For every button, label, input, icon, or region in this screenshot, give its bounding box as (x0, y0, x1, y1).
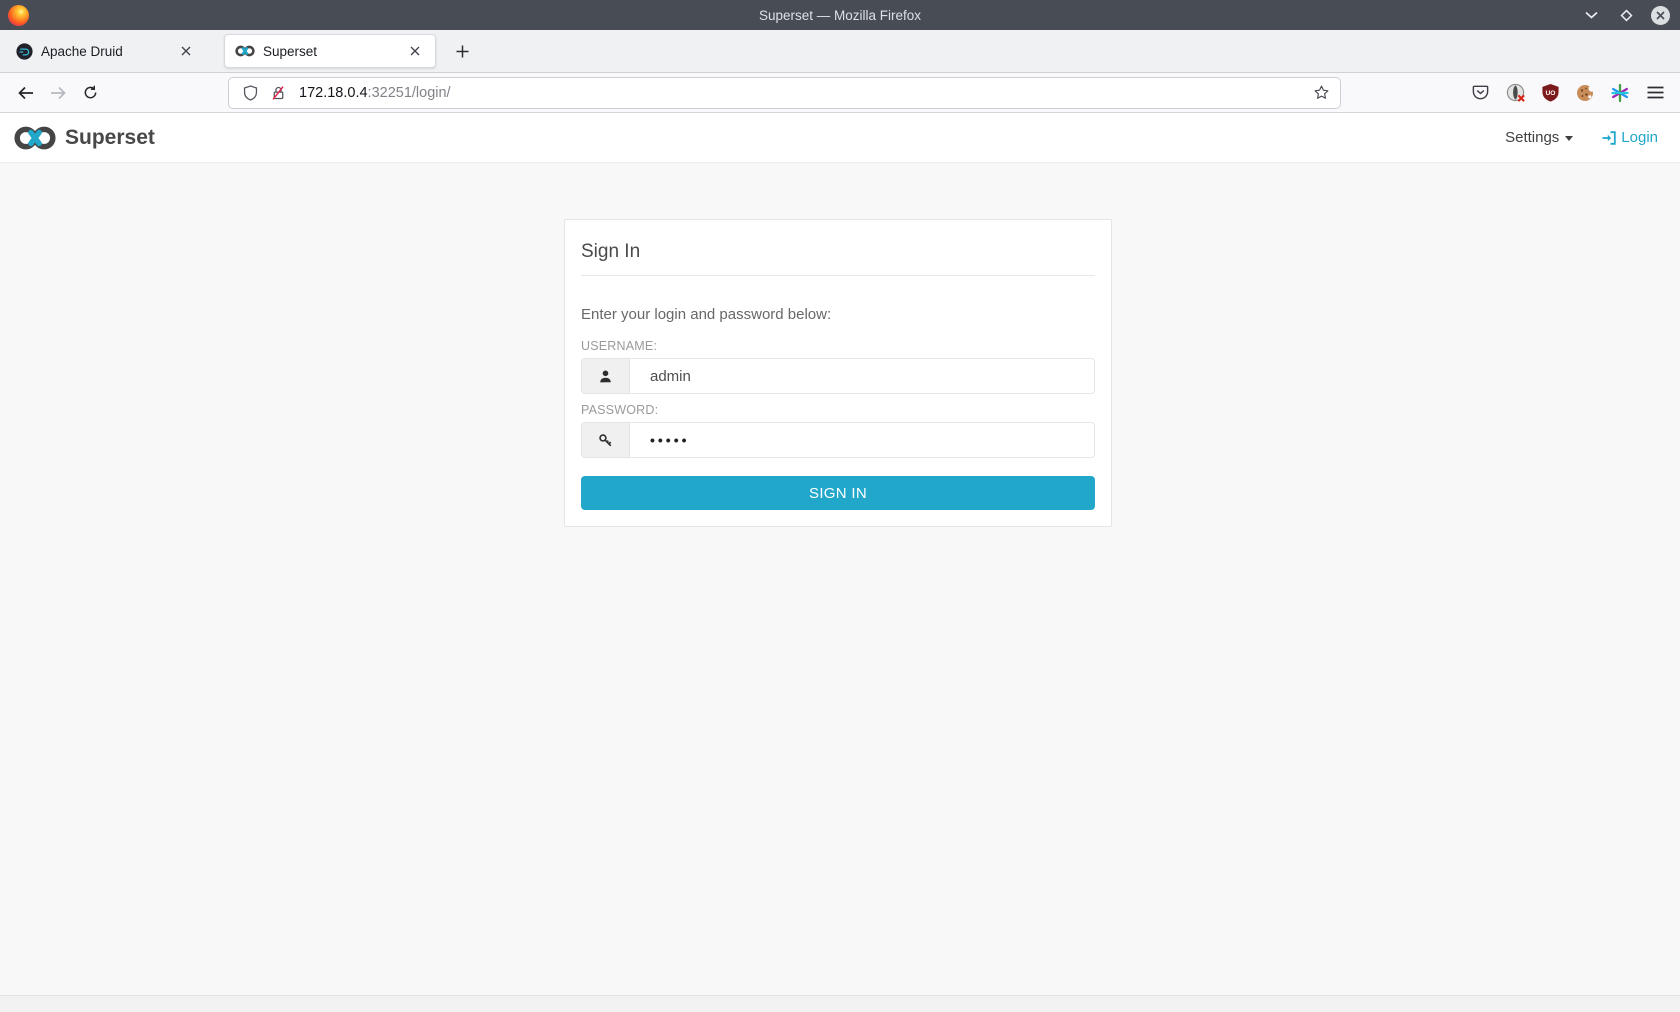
tab-close-icon[interactable] (176, 41, 196, 61)
sign-in-icon (1601, 130, 1617, 146)
back-button[interactable] (10, 78, 42, 108)
password-label: PASSWORD: (581, 403, 1095, 417)
username-label: USERNAME: (581, 339, 1095, 353)
superset-logo-icon (14, 125, 56, 151)
cookie-extension-icon[interactable] (1574, 82, 1596, 104)
tab-superset[interactable]: Superset (224, 34, 436, 68)
password-input-group (581, 422, 1095, 458)
window-maximize-button[interactable] (1616, 5, 1636, 25)
superset-navbar: Superset Settings Login (0, 113, 1680, 163)
menu-hamburger-icon[interactable] (1644, 82, 1666, 104)
navigation-toolbar: 172.18.0.4:32251/login/ UO (0, 73, 1680, 113)
tab-strip: Apache Druid Superset (0, 30, 1680, 73)
tab-apache-druid[interactable]: Apache Druid (6, 34, 206, 68)
privacy-extension-icon[interactable] (1504, 82, 1526, 104)
ublock-badge-text: UO (1545, 89, 1555, 96)
tab-close-icon[interactable] (405, 41, 425, 61)
caret-down-icon (1565, 136, 1573, 141)
url-path: :32251/login/ (368, 85, 451, 101)
tracking-protection-shield-icon[interactable] (239, 82, 261, 104)
sign-in-card: Sign In Enter your login and password be… (564, 219, 1112, 527)
sign-in-button[interactable]: SIGN IN (581, 476, 1095, 510)
reload-button[interactable] (74, 78, 106, 108)
window-title: Superset — Mozilla Firefox (0, 8, 1680, 23)
druid-favicon-icon (16, 43, 33, 60)
window-minimize-button[interactable] (1581, 5, 1601, 25)
forward-button[interactable] (42, 78, 74, 108)
card-title: Sign In (581, 241, 1095, 263)
settings-menu[interactable]: Settings (1505, 129, 1573, 146)
url-host: 172.18.0.4 (299, 85, 368, 101)
window-close-button[interactable] (1651, 6, 1670, 25)
card-divider (581, 275, 1095, 276)
bookmark-star-icon[interactable] (1313, 84, 1330, 101)
url-text[interactable]: 172.18.0.4:32251/login/ (299, 85, 451, 101)
window-titlebar: Superset — Mozilla Firefox (0, 0, 1680, 30)
new-tab-button[interactable] (448, 37, 476, 65)
tab-title: Apache Druid (41, 44, 176, 59)
key-icon (582, 423, 630, 457)
brand-name: Superset (65, 126, 155, 150)
login-label: Login (1621, 129, 1658, 146)
insecure-lock-icon[interactable] (267, 82, 289, 104)
login-instructions: Enter your login and password below: (581, 306, 1095, 323)
tab-title: Superset (263, 44, 405, 59)
asterisk-extension-icon[interactable] (1609, 82, 1631, 104)
superset-favicon-icon (235, 45, 255, 57)
login-link[interactable]: Login (1601, 129, 1658, 146)
user-icon (582, 359, 630, 393)
firefox-icon (8, 5, 29, 26)
superset-brand[interactable]: Superset (14, 125, 155, 151)
settings-label: Settings (1505, 129, 1559, 146)
password-input[interactable] (630, 423, 1094, 457)
page-footer (0, 995, 1680, 1012)
username-input[interactable] (630, 359, 1094, 393)
username-input-group (581, 358, 1095, 394)
page-content: Sign In Enter your login and password be… (0, 163, 1680, 995)
pocket-icon[interactable] (1469, 82, 1491, 104)
ublock-origin-icon[interactable]: UO (1539, 82, 1561, 104)
url-bar[interactable]: 172.18.0.4:32251/login/ (228, 77, 1341, 109)
